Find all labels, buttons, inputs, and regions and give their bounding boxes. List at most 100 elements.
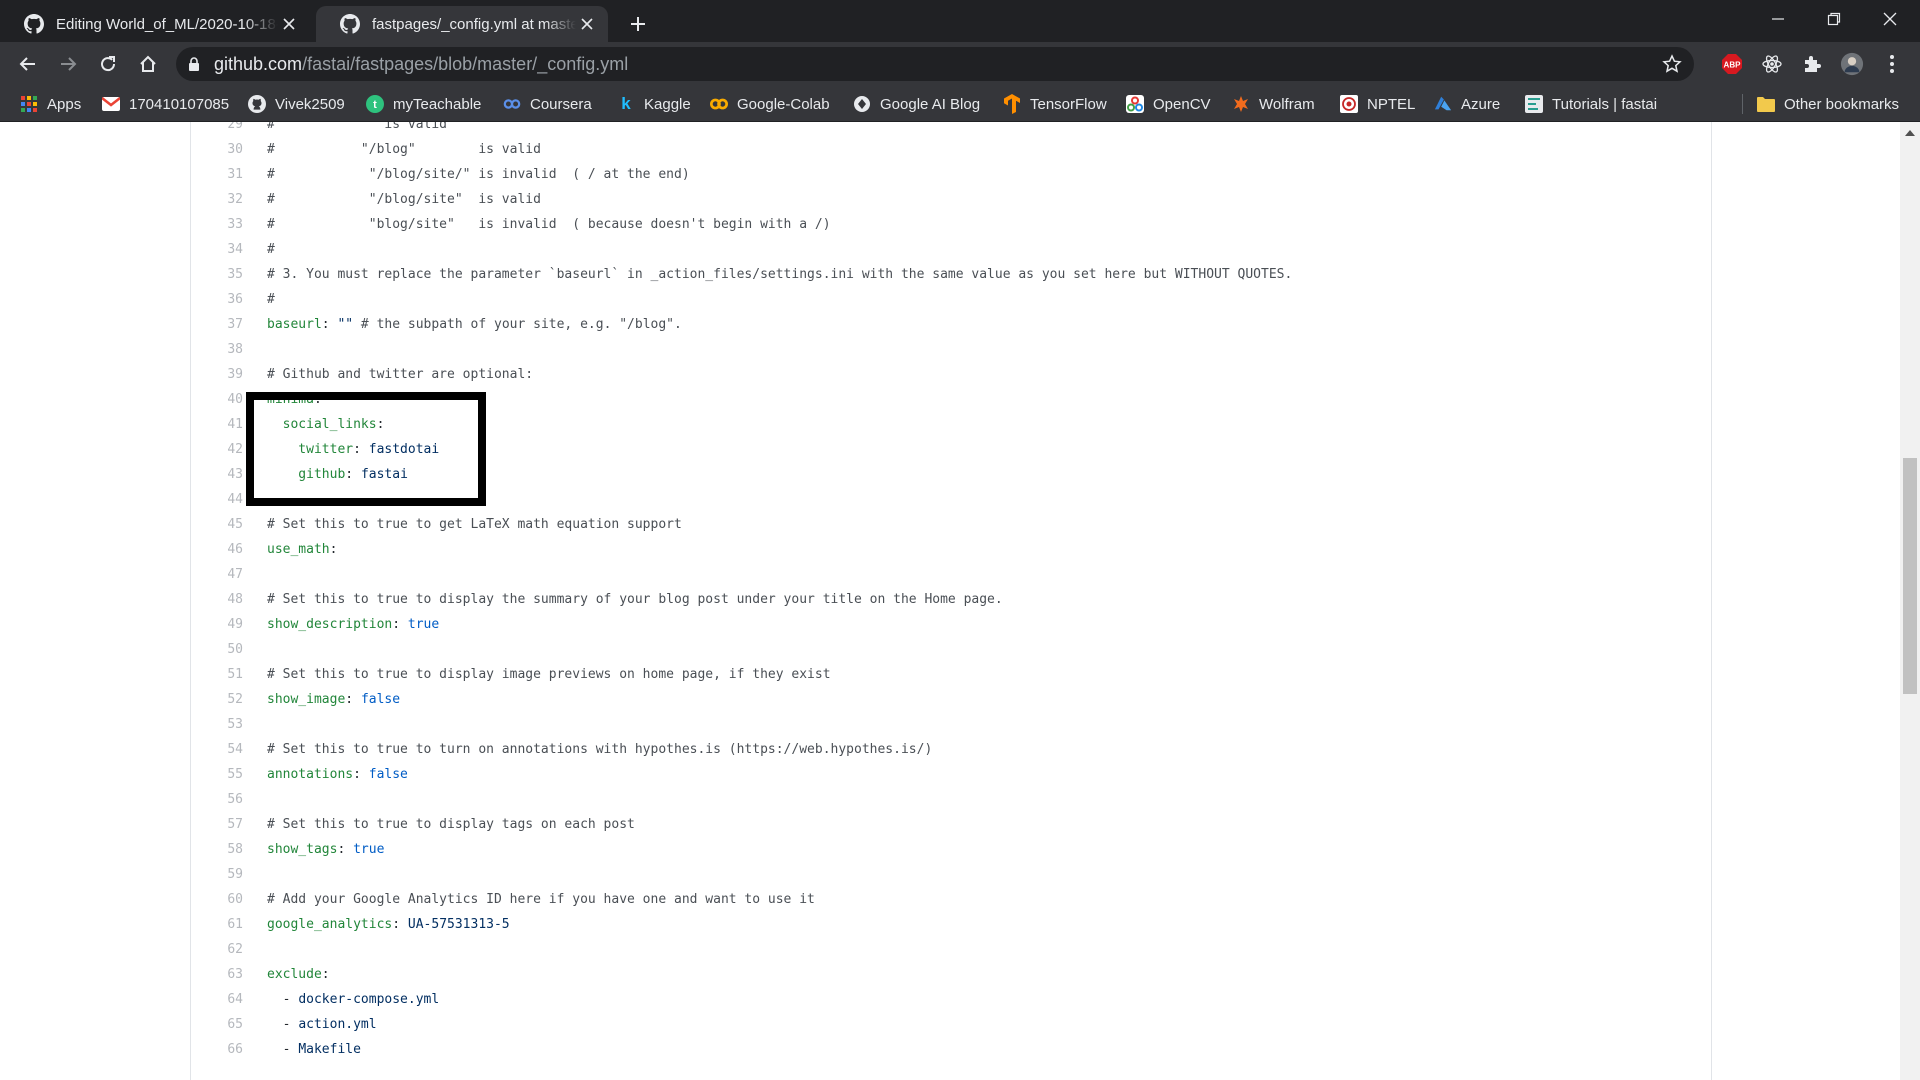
line-number[interactable]: 43 xyxy=(191,462,243,487)
line-number[interactable]: 58 xyxy=(191,837,243,862)
url-text[interactable]: github.com/fastai/fastpages/blob/master/… xyxy=(214,54,628,75)
line-number[interactable]: 50 xyxy=(191,637,243,662)
bookmark-opencv[interactable]: OpenCV xyxy=(1126,90,1211,118)
line-number[interactable]: 39 xyxy=(191,362,243,387)
tab-editing-world-of-ml[interactable]: Editing World_of_ML/2020-10-18-Docs_fast… xyxy=(0,6,310,42)
code-line: 53 xyxy=(191,712,1691,737)
code-token-comment: # Set this to true to display the summar… xyxy=(267,592,1003,607)
line-number[interactable]: 55 xyxy=(191,762,243,787)
line-number[interactable]: 36 xyxy=(191,287,243,312)
line-number[interactable]: 59 xyxy=(191,862,243,887)
line-number[interactable]: 64 xyxy=(191,987,243,1012)
line-number[interactable]: 47 xyxy=(191,562,243,587)
bookmark-label: Azure xyxy=(1461,95,1501,113)
arrow-right-icon xyxy=(61,57,77,71)
line-number[interactable]: 66 xyxy=(191,1037,243,1062)
github-icon xyxy=(340,14,360,34)
line-number[interactable]: 54 xyxy=(191,737,243,762)
menu-kebab-icon[interactable] xyxy=(1880,52,1904,76)
line-number[interactable]: 49 xyxy=(191,612,243,637)
bookmark-tutorials-fastai[interactable]: Tutorials | fastai xyxy=(1525,90,1657,118)
page-scrollbar[interactable] xyxy=(1900,122,1920,1080)
bookmark-google-ai-blog[interactable]: Google AI Blog xyxy=(853,90,980,118)
line-number[interactable]: 29 xyxy=(191,122,243,137)
back-button[interactable] xyxy=(12,48,44,80)
code-token-key: show_image xyxy=(267,692,346,707)
line-number[interactable]: 65 xyxy=(191,1012,243,1037)
lock-icon[interactable] xyxy=(186,56,202,72)
teachable-icon: t xyxy=(366,95,384,113)
scrollbar-thumb[interactable] xyxy=(1903,458,1917,694)
code-token-punct: : xyxy=(345,692,361,707)
line-number[interactable]: 46 xyxy=(191,537,243,562)
home-button[interactable] xyxy=(132,48,164,80)
profile-avatar[interactable] xyxy=(1840,52,1864,76)
bookmark-myteachable[interactable]: t myTeachable xyxy=(366,90,481,118)
code-token-comment: # the subpath of your site, e.g. "/blog"… xyxy=(353,317,682,332)
new-tab-button[interactable] xyxy=(624,10,652,38)
restore-button[interactable] xyxy=(1806,0,1862,38)
code-token-key: show_tags xyxy=(267,842,338,857)
bookmark-label: Tutorials | fastai xyxy=(1552,95,1658,113)
address-bar[interactable]: github.com/fastai/fastpages/blob/master/… xyxy=(176,47,1694,81)
line-number[interactable]: 60 xyxy=(191,887,243,912)
scroll-up-arrow-icon[interactable] xyxy=(1900,124,1920,142)
line-number[interactable]: 61 xyxy=(191,912,243,937)
react-devtools-icon[interactable] xyxy=(1760,52,1784,76)
adblock-plus-icon[interactable]: ABP xyxy=(1720,52,1744,76)
line-number[interactable]: 38 xyxy=(191,337,243,362)
bookmark-nptel[interactable]: NPTEL xyxy=(1340,90,1415,118)
code-token-value: Makefile xyxy=(298,1042,361,1057)
line-number[interactable]: 31 xyxy=(191,162,243,187)
line-number[interactable]: 41 xyxy=(191,412,243,437)
line-number[interactable]: 33 xyxy=(191,212,243,237)
line-number[interactable]: 53 xyxy=(191,712,243,737)
line-number[interactable]: 63 xyxy=(191,962,243,987)
code-token-punct: : xyxy=(337,842,354,857)
code-line: 54 # Set this to true to turn on annotati… xyxy=(191,737,1691,762)
bookmark-other-bookmarks[interactable]: Other bookmarks xyxy=(1757,90,1899,118)
bookmark-label: 170410107085 xyxy=(129,95,230,113)
bookmark-star-icon[interactable] xyxy=(1662,54,1682,74)
line-number[interactable]: 48 xyxy=(191,587,243,612)
line-number[interactable]: 40 xyxy=(191,387,243,412)
code-line: 45 # Set this to true to get LaTeX math e… xyxy=(191,512,1691,537)
line-number[interactable]: 30 xyxy=(191,137,243,162)
bookmark-wolfram[interactable]: Wolfram xyxy=(1232,90,1315,118)
code-token-value: docker-compose.yml xyxy=(298,992,440,1007)
bookmark-tensorflow[interactable]: TensorFlow xyxy=(1003,90,1107,118)
line-number[interactable]: 56 xyxy=(191,787,243,812)
line-number[interactable]: 34 xyxy=(191,237,243,262)
close-tab-icon[interactable] xyxy=(278,13,300,35)
bookmark-gmail[interactable]: 170410107085 xyxy=(102,90,229,118)
line-number[interactable]: 45 xyxy=(191,512,243,537)
bookmark-google-colab[interactable]: Google-Colab xyxy=(710,90,830,118)
tab-fastpages-config[interactable]: fastpages/_config.yml at master · fastai… xyxy=(316,6,608,42)
kaggle-icon: k xyxy=(621,94,631,113)
bookmark-vivek2509[interactable]: Vivek2509 xyxy=(248,90,345,118)
close-window-button[interactable] xyxy=(1862,0,1918,38)
line-number[interactable]: 51 xyxy=(191,662,243,687)
code-token-punct: : xyxy=(392,617,408,632)
bookmark-coursera[interactable]: Coursera xyxy=(503,90,592,118)
code-line: 29 # "" is valid xyxy=(191,122,1691,137)
line-number[interactable]: 62 xyxy=(191,937,243,962)
extensions-puzzle-icon[interactable] xyxy=(1800,52,1824,76)
bookmark-azure[interactable]: Azure xyxy=(1434,90,1500,118)
minimize-button[interactable] xyxy=(1750,0,1806,38)
bookmark-apps[interactable]: Apps xyxy=(20,90,81,118)
code-line: 39 # Github and twitter are optional: xyxy=(191,362,1691,387)
folder-icon xyxy=(1757,95,1775,113)
line-number[interactable]: 35 xyxy=(191,262,243,287)
bookmark-kaggle[interactable]: k Kaggle xyxy=(617,90,690,118)
close-tab-icon[interactable] xyxy=(576,13,598,35)
line-number[interactable]: 42 xyxy=(191,437,243,462)
line-number[interactable]: 32 xyxy=(191,187,243,212)
line-number[interactable]: 57 xyxy=(191,812,243,837)
line-number[interactable]: 37 xyxy=(191,312,243,337)
browser-toolbar: github.com/fastai/fastpages/blob/master/… xyxy=(0,42,1920,86)
line-number[interactable]: 52 xyxy=(191,687,243,712)
reload-button[interactable] xyxy=(92,48,124,80)
line-number[interactable]: 44 xyxy=(191,487,243,512)
forward-button[interactable] xyxy=(52,48,84,80)
